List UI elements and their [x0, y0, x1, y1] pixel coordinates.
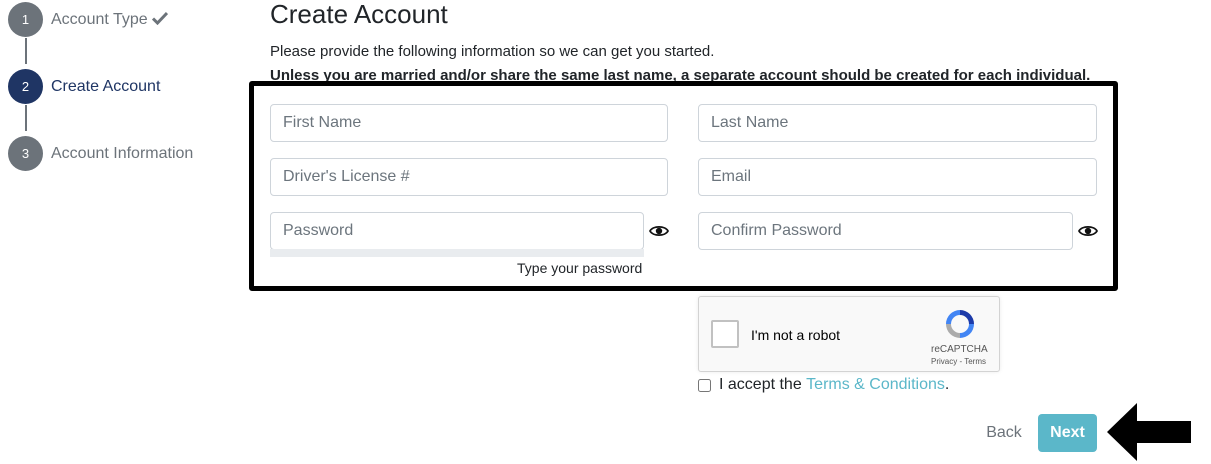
recaptcha-terms-link[interactable]: Terms: [964, 357, 986, 366]
step-connector: [25, 105, 27, 131]
drivers-license-input[interactable]: [270, 158, 668, 196]
check-icon: [151, 10, 168, 30]
terms-row: I accept the Terms & Conditions.: [698, 376, 949, 394]
password-hint: Type your password: [517, 260, 643, 276]
step-label: Account Information: [51, 144, 194, 162]
password-input[interactable]: [270, 212, 644, 250]
last-name-input[interactable]: [698, 104, 1097, 142]
page-title: Create Account: [270, 0, 448, 29]
terms-link[interactable]: Terms & Conditions: [806, 376, 945, 394]
first-name-input[interactable]: [270, 104, 668, 142]
step-connector: [25, 38, 27, 64]
password-strength-meter: [270, 249, 644, 257]
terms-suffix: .: [944, 376, 950, 393]
step-number: 3: [8, 136, 43, 171]
step-number: 1: [8, 2, 43, 37]
recaptcha-label: I'm not a robot: [751, 327, 841, 343]
email-input[interactable]: [698, 158, 1097, 196]
terms-checkbox[interactable]: [698, 378, 711, 392]
recaptcha-logo-icon: [943, 307, 977, 341]
step-label: Account Type: [51, 10, 148, 28]
recaptcha-privacy-link[interactable]: Privacy: [931, 357, 957, 366]
step-label: Create Account: [51, 77, 161, 95]
annotation-arrow-icon: [1107, 403, 1191, 461]
terms-prefix: I accept the: [719, 376, 807, 393]
back-button[interactable]: Back: [976, 416, 1032, 450]
step-account-information: 3 Account Information: [8, 136, 193, 171]
eye-icon[interactable]: [648, 224, 670, 238]
recaptcha-checkbox[interactable]: [711, 320, 739, 348]
recaptcha-brand: reCAPTCHA: [931, 344, 988, 355]
confirm-password-input[interactable]: [698, 212, 1073, 250]
eye-icon[interactable]: [1077, 224, 1099, 238]
intro-text: Please provide the following information…: [270, 43, 715, 60]
next-button[interactable]: Next: [1038, 414, 1097, 452]
step-create-account: 2 Create Account: [8, 69, 160, 104]
recaptcha-links: Privacy - Terms: [931, 357, 986, 366]
step-number: 2: [8, 69, 43, 104]
step-account-type[interactable]: 1 Account Type: [8, 2, 168, 37]
recaptcha-widget: I'm not a robot reCAPTCHA Privacy - Term…: [698, 296, 1000, 372]
